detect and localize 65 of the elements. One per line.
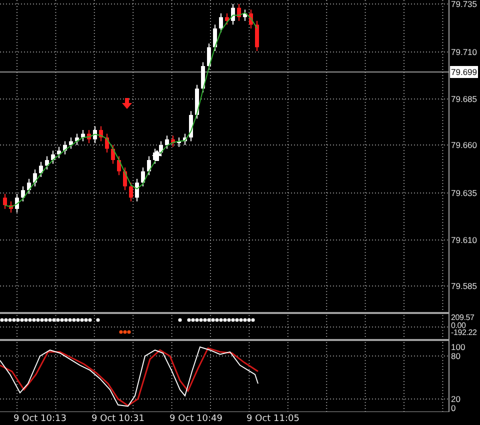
- candlestick: [129, 182, 133, 202]
- signal-axis-label: 209.57: [451, 313, 474, 322]
- candlestick: [225, 12, 229, 26]
- down-arrow-icon: [122, 98, 132, 109]
- candlestick: [75, 133, 79, 146]
- candlestick: [159, 140, 163, 157]
- candlestick: [237, 4, 241, 22]
- candlestick: [249, 9, 253, 29]
- candlestick: [93, 126, 97, 144]
- signal-dot: [178, 318, 182, 322]
- signal-dot: [96, 318, 100, 322]
- candlestick: [57, 146, 61, 159]
- candlestick: [135, 178, 139, 202]
- candlestick: [177, 136, 181, 148]
- oscillator-axis-label: 0: [451, 402, 456, 414]
- candlestick: [3, 193, 7, 210]
- price-label: 79.685: [451, 93, 477, 105]
- candlestick: [9, 200, 13, 214]
- candlestick: [39, 161, 43, 178]
- candlestick: [201, 62, 205, 93]
- candlestick: [123, 167, 127, 191]
- candlestick: [195, 84, 199, 120]
- candlestick: [21, 186, 25, 202]
- price-label: 79.660: [451, 139, 477, 151]
- time-label: 9 Oct 10:49: [170, 413, 222, 425]
- candlestick: [15, 193, 19, 214]
- candlestick: [171, 135, 175, 148]
- candlestick: [63, 140, 67, 155]
- price-label: 79.610: [451, 234, 477, 246]
- candlestick: [117, 156, 121, 176]
- candlestick: [147, 156, 151, 176]
- time-label: 9 Oct 11:05: [246, 413, 300, 425]
- signal-axis-label: -192.22: [451, 328, 477, 338]
- candlestick: [69, 136, 73, 150]
- oscillator-axis-label: 80: [451, 350, 460, 362]
- candlestick: [27, 178, 31, 194]
- price-label: 79.585: [451, 280, 477, 292]
- time-label: 9 Oct 10:31: [92, 413, 144, 425]
- candlestick: [213, 24, 217, 52]
- candlestick: [87, 129, 91, 144]
- candlestick: [111, 144, 115, 164]
- candlestick: [183, 133, 187, 146]
- time-label: 9 Oct 10:13: [14, 413, 66, 425]
- candlestick: [105, 133, 109, 154]
- current-price-label: 79.699: [450, 66, 478, 78]
- oscillator-axis-label: 100: [451, 341, 466, 353]
- candlestick: [219, 12, 223, 33]
- candlestick: [243, 9, 247, 22]
- price-label: 79.710: [451, 46, 477, 58]
- signal-axis-label: 0.00: [451, 321, 466, 330]
- candlestick: [51, 150, 55, 164]
- candlestick: [207, 42, 211, 70]
- candlestick: [81, 129, 85, 142]
- candlestick: [165, 135, 169, 150]
- candlestick: [33, 168, 37, 187]
- candlestick: [189, 110, 193, 142]
- price-label: 79.735: [451, 0, 477, 10]
- price-label: 79.635: [451, 187, 477, 199]
- oscillator-axis-label: 20: [451, 393, 460, 405]
- candlestick: [141, 167, 145, 187]
- up-arrow-icon: [152, 150, 162, 161]
- candlestick: [99, 126, 103, 142]
- candlestick: [255, 20, 259, 52]
- candlestick: [45, 156, 49, 170]
- candlestick: [231, 4, 235, 26]
